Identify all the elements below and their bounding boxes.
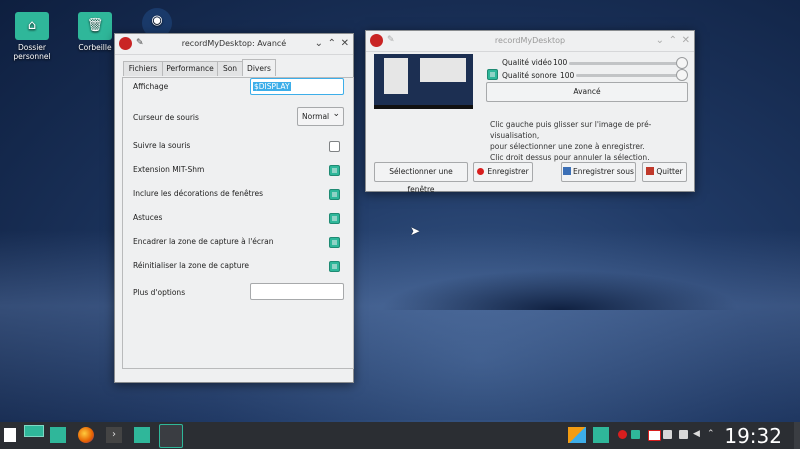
manjaro-tray-icon[interactable] xyxy=(631,430,640,439)
mit-shm-checkbox[interactable] xyxy=(329,165,340,176)
more-options-input[interactable] xyxy=(250,283,344,300)
stop-record-icon[interactable] xyxy=(648,430,661,441)
maximize-button[interactable]: ⌃ xyxy=(669,35,677,47)
advanced-button[interactable]: Avancé xyxy=(486,82,688,102)
preview-area[interactable] xyxy=(374,54,473,109)
option-label: Extension MIT-Shm xyxy=(133,165,205,174)
display-label: Affichage xyxy=(133,82,169,91)
firefox-icon[interactable] xyxy=(78,427,94,443)
file-manager-icon[interactable] xyxy=(50,427,66,443)
sound-quality-knob[interactable] xyxy=(676,69,688,81)
advanced-window: ✎ recordMyDesktop: Avancé ⌄ ⌃ ✕ Fichiers… xyxy=(114,33,354,383)
update-notifier-icon[interactable] xyxy=(568,427,586,443)
follow-mouse-checkbox[interactable] xyxy=(329,141,340,152)
instruction-line: Clic gauche puis glisser sur l'image de … xyxy=(490,120,652,140)
option-label: Inclure les décorations de fenêtres xyxy=(133,189,264,198)
desktop-pager-icon[interactable] xyxy=(24,425,44,437)
trash-icon: 🗑 xyxy=(78,12,112,40)
expand-tray-icon[interactable]: ⌃ xyxy=(707,430,716,439)
reset-capture-area-checkbox[interactable] xyxy=(329,261,340,272)
option-label: Encadrer la zone de capture à l'écran xyxy=(133,237,274,246)
display-tray-icon[interactable] xyxy=(663,430,672,439)
save-as-button[interactable]: Enregistrer sous xyxy=(561,162,636,182)
wallpaper-hills xyxy=(380,270,740,310)
sound-quality-label: Qualité sonore xyxy=(502,71,557,80)
option-label: Réinitialiser la zone de capture xyxy=(133,261,249,270)
tab-divers[interactable]: Divers xyxy=(242,59,276,76)
display-value: $DISPLAY xyxy=(253,82,291,91)
sound-checkbox[interactable] xyxy=(487,69,498,80)
record-icon xyxy=(477,168,485,175)
video-quality-value: 100 xyxy=(553,58,568,67)
minimize-button[interactable]: ⌄ xyxy=(315,38,323,50)
tab-fichiers[interactable]: Fichiers xyxy=(123,61,163,76)
quit-button[interactable]: Quitter xyxy=(642,162,687,182)
option-label: Astuces xyxy=(133,213,163,222)
sound-quality-value: 100 xyxy=(560,71,575,80)
sound-quality-slider[interactable] xyxy=(576,74,683,77)
tab-son[interactable]: Son xyxy=(217,61,243,76)
tooltips-checkbox[interactable] xyxy=(329,213,340,224)
main-window: ✎ recordMyDesktop ⌄ ⌃ ✕ Qualité vidéo 10… xyxy=(365,30,695,194)
chevron-down-icon: ⌄ xyxy=(332,109,340,119)
close-button[interactable]: ✕ xyxy=(682,35,690,47)
more-options-label: Plus d'options xyxy=(133,288,186,297)
volume-icon[interactable]: ◀ xyxy=(693,430,702,439)
window-decorations-checkbox[interactable] xyxy=(329,189,340,200)
video-quality-knob[interactable] xyxy=(676,57,688,69)
cursor-value: Normal xyxy=(302,112,330,121)
folder-tray-icon[interactable] xyxy=(593,427,609,443)
video-quality-label: Qualité vidéo xyxy=(502,58,552,67)
taskbar: › ◀ ⌃ 19:32 xyxy=(0,422,800,449)
maximize-button[interactable]: ⌃ xyxy=(328,38,336,50)
display-input[interactable]: $DISPLAY xyxy=(250,78,344,95)
clock[interactable]: 19:32 xyxy=(724,424,782,448)
video-quality-slider[interactable] xyxy=(569,62,683,65)
tab-performance[interactable]: Performance xyxy=(162,61,218,76)
home-folder-icon: ⌂ xyxy=(15,12,49,40)
preview-window-thumb xyxy=(420,58,466,82)
frame-capture-area-checkbox[interactable] xyxy=(329,237,340,248)
desktop-icon-home[interactable]: ⌂ Dossier personnel xyxy=(2,12,62,61)
save-icon xyxy=(563,167,572,175)
quit-icon xyxy=(646,167,655,175)
cursor-label: Curseur de souris xyxy=(133,113,199,122)
manjaro-settings-icon[interactable] xyxy=(134,427,150,443)
main-window-titlebar[interactable]: ✎ recordMyDesktop ⌄ ⌃ ✕ xyxy=(366,31,694,52)
option-label: Suivre la souris xyxy=(133,141,191,150)
instruction-line: pour sélectionner une zone à enregistrer… xyxy=(490,142,645,151)
record-button[interactable]: Enregistrer xyxy=(473,162,533,182)
mouse-cursor-icon: ➤ xyxy=(410,224,421,238)
close-button[interactable]: ✕ xyxy=(341,38,349,50)
select-window-button[interactable]: Sélectionner une fenêtre xyxy=(374,162,468,194)
desktop-icon-label: Dossier personnel xyxy=(13,43,51,61)
app-menu-icon[interactable] xyxy=(4,428,16,442)
advanced-window-titlebar[interactable]: ✎ recordMyDesktop: Avancé ⌄ ⌃ ✕ xyxy=(115,34,353,55)
show-desktop-icon[interactable] xyxy=(794,422,800,449)
record-tray-icon[interactable] xyxy=(618,430,627,439)
window-title: recordMyDesktop xyxy=(494,36,566,45)
recordmydesktop-task-icon[interactable] xyxy=(159,424,183,448)
instructions: Clic gauche puis glisser sur l'image de … xyxy=(490,119,694,163)
minimize-button[interactable]: ⌄ xyxy=(656,35,664,47)
preview-window-thumb xyxy=(384,58,408,94)
preview-taskbar-thumb xyxy=(374,105,473,109)
terminal-icon[interactable]: › xyxy=(106,427,122,443)
clipboard-tray-icon[interactable] xyxy=(679,430,688,439)
cursor-combo[interactable]: Normal ⌄ xyxy=(297,107,344,126)
divers-panel: Affichage $DISPLAY Curseur de souris Nor… xyxy=(122,77,354,369)
